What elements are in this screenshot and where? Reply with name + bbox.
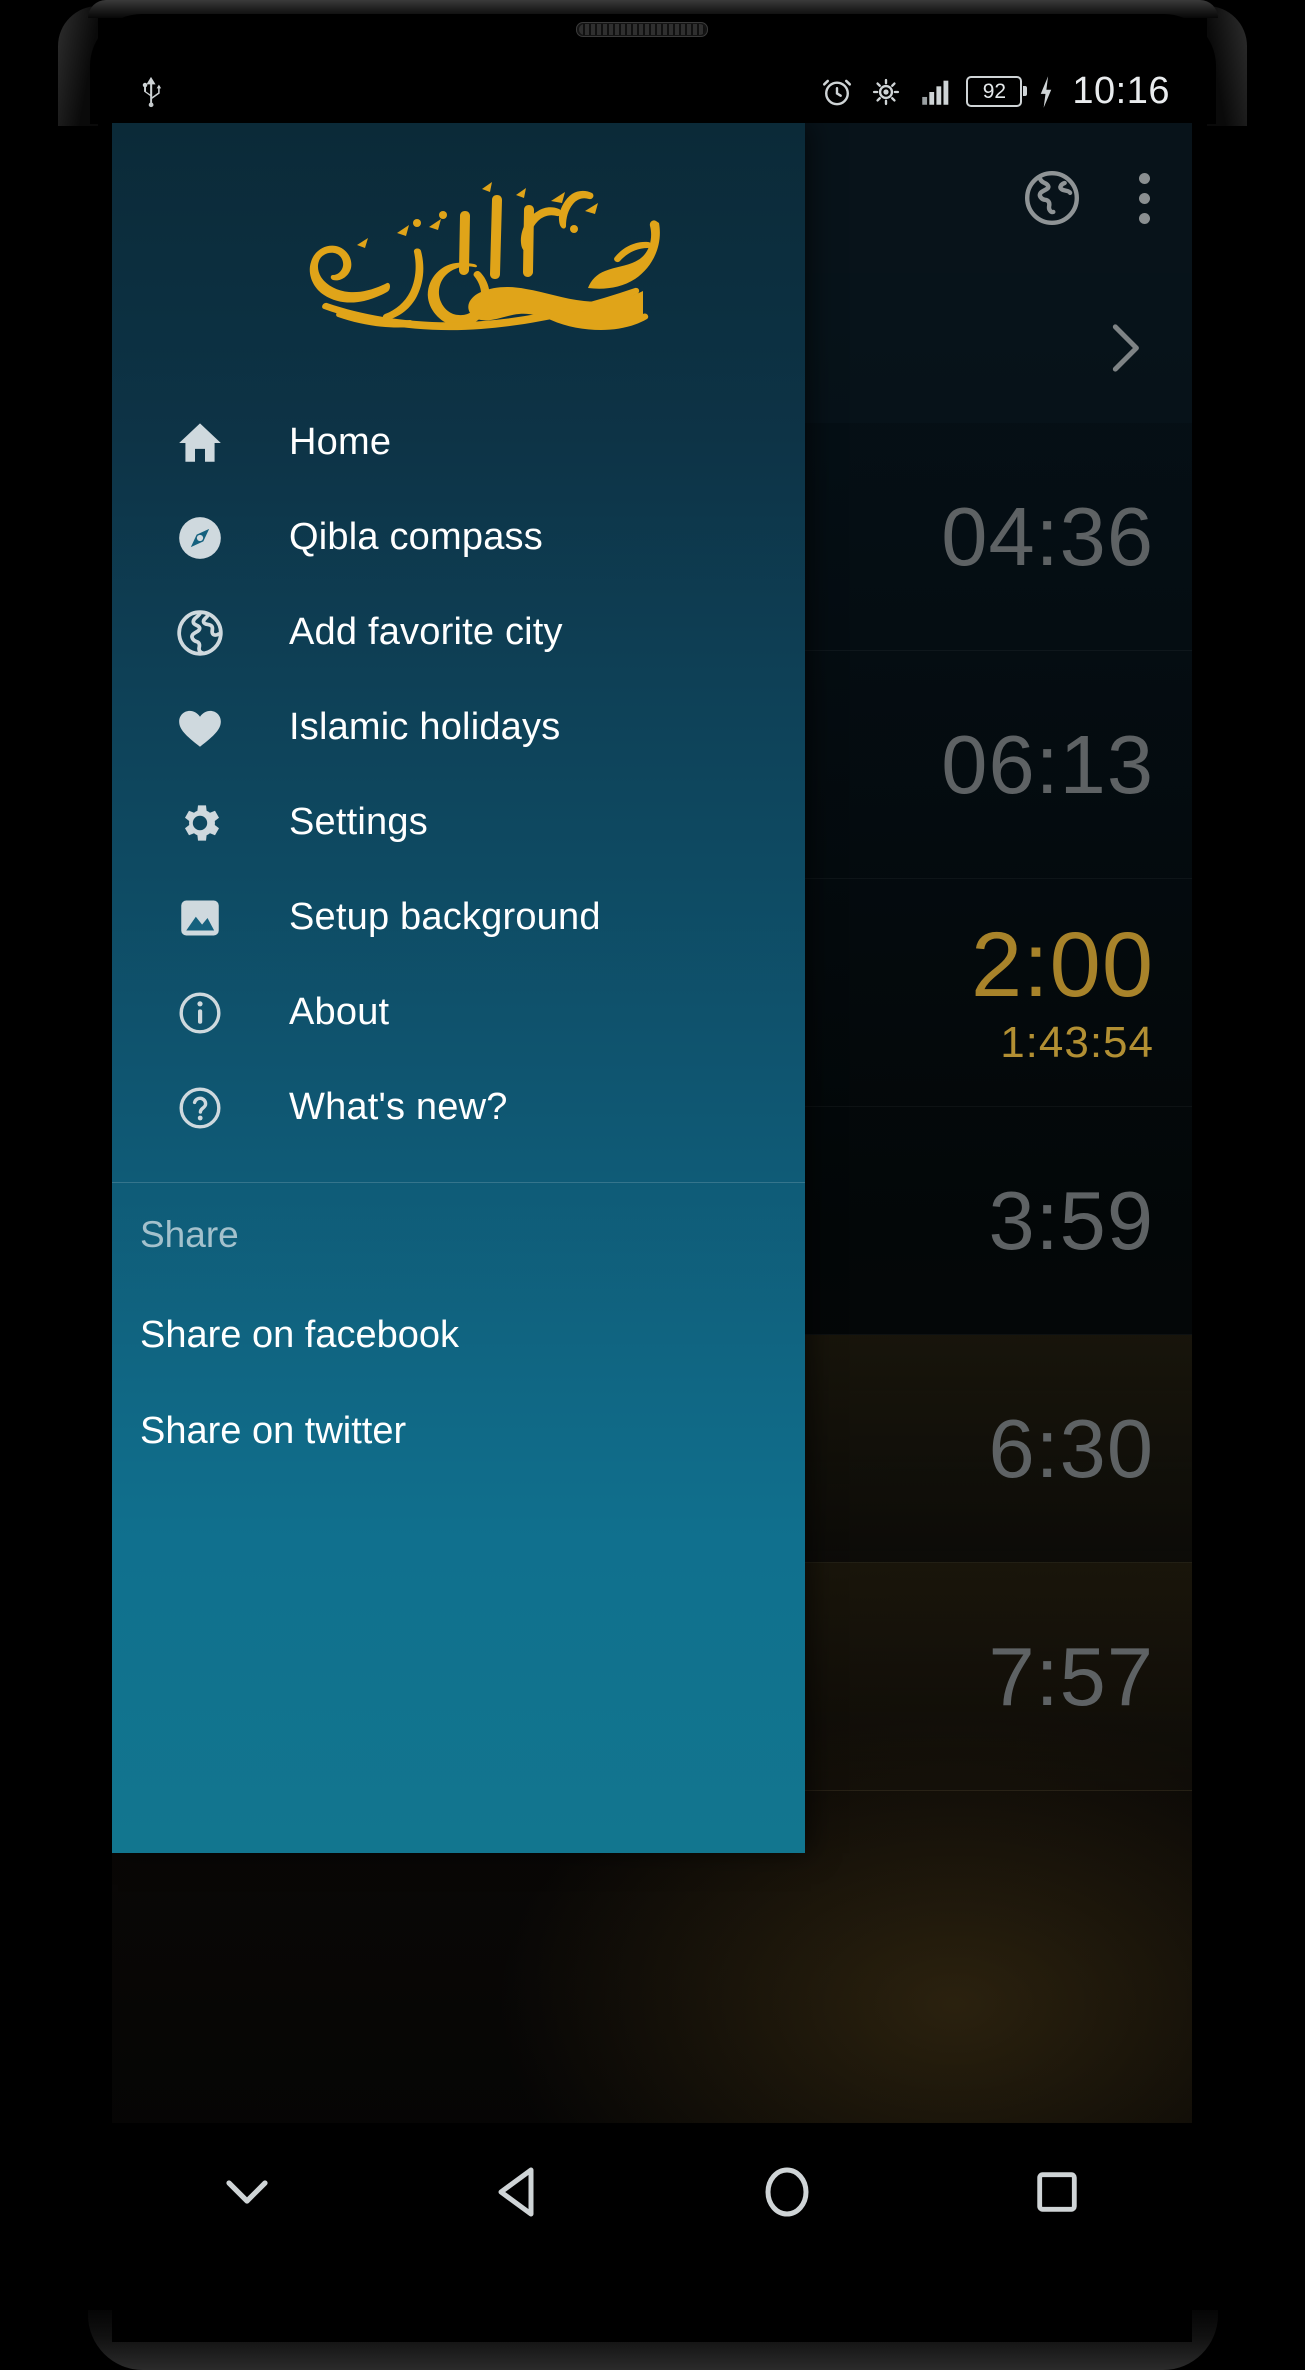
menu-item-label: Islamic holidays [289,706,561,748]
battery-level: 92 [982,80,1007,103]
drawer-menu-list: Home Qibla compass Add favorite city Isl… [112,391,805,1155]
phone-frame: 92 10:16 04:36 06:13 2:00 1:43:54 3:59 6… [0,0,1305,2370]
menu-item-label: What's new? [289,1086,508,1128]
speaker-grille [579,24,705,35]
menu-item-whats-new[interactable]: What's new? [112,1060,805,1155]
share-on-twitter-button[interactable]: Share on twitter [112,1383,805,1479]
share-on-facebook-button[interactable]: Share on facebook [112,1287,805,1383]
home-button[interactable] [652,2164,922,2220]
signal-icon [922,80,949,105]
square-icon [1037,2171,1077,2212]
overflow-menu-icon[interactable] [1127,172,1162,224]
menu-item-setup-background[interactable]: Setup background [112,870,805,965]
prayer-time: 3:59 [988,1173,1154,1267]
bismillah-calligraphy-icon [309,182,660,331]
status-bar-left [112,74,820,110]
menu-item-about[interactable]: About [112,965,805,1060]
prayer-time: 2:00 [970,914,1154,1017]
prayer-countdown: 1:43:54 [1000,1017,1154,1067]
menu-item-label: Home [289,421,392,463]
charging-icon [1041,75,1052,108]
menu-item-label: Qibla compass [289,516,543,558]
recents-button[interactable] [922,2167,1192,2217]
menu-item-label: About [289,991,390,1033]
home-icon [172,415,228,471]
menu-item-label: Settings [289,801,428,843]
navigation-drawer: Home Qibla compass Add favorite city Isl… [112,123,805,1853]
info-icon [172,985,228,1041]
device-screen: 92 10:16 04:36 06:13 2:00 1:43:54 3:59 6… [112,60,1192,2260]
help-icon [172,1080,228,1136]
gear-icon [172,795,228,851]
android-navigation-bar [112,2123,1192,2260]
status-bar-right: 92 10:16 [820,70,1192,113]
alarm-icon [823,79,852,105]
globe-icon[interactable] [1021,167,1083,229]
heart-icon [172,700,228,756]
circle-icon [765,2167,809,2216]
prayer-time: 06:13 [941,717,1154,811]
status-bar-clock: 10:16 [1072,70,1170,112]
status-bar: 92 10:16 [112,60,1192,123]
menu-item-label: Add favorite city [289,611,563,653]
menu-item-add-favorite-city[interactable]: Add favorite city [112,585,805,680]
back-button[interactable] [382,2164,652,2220]
earpiece-speaker [576,22,708,37]
menu-item-settings[interactable]: Settings [112,775,805,870]
drawer-header [112,123,805,391]
triangle-left-icon [498,2167,534,2216]
menu-item-qibla-compass[interactable]: Qibla compass [112,490,805,585]
chevron-right-icon[interactable] [1100,319,1146,377]
eye-care-icon [873,78,900,105]
image-icon [172,890,228,946]
usb-icon [142,76,162,107]
prayer-time: 7:57 [988,1629,1154,1723]
prayer-time: 04:36 [941,489,1154,583]
hide-keyboard-button[interactable] [112,2173,382,2211]
chevron-down-icon [226,2179,268,2204]
menu-item-islamic-holidays[interactable]: Islamic holidays [112,680,805,775]
battery-icon: 92 [966,76,1028,107]
share-section-title: Share [140,1214,239,1255]
prayer-time: 6:30 [988,1401,1154,1495]
menu-item-label: Setup background [289,896,601,938]
globe-icon [172,605,228,661]
compass-icon [172,510,228,566]
menu-item-home[interactable]: Home [112,395,805,490]
bezel-bottom-inner [112,2308,1192,2342]
